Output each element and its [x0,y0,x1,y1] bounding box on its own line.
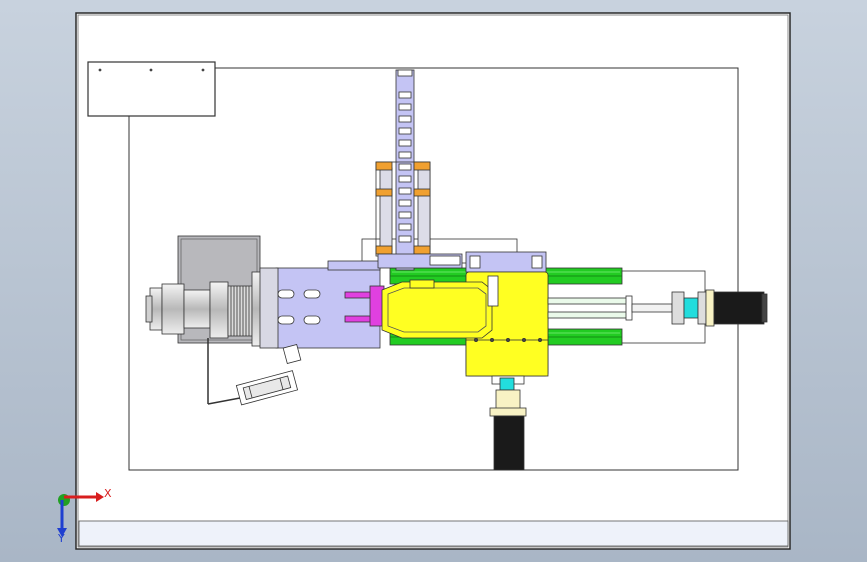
cad-viewport[interactable]: X Y [0,0,867,562]
saddle-bolt [473,337,478,342]
saddle-bolt [522,337,527,342]
orange-bushing [413,161,431,171]
title-block-strip [78,520,789,547]
saddle-bolt [538,337,543,342]
y-axis-label: Y [57,532,65,545]
z-column-cap [397,69,413,77]
slide-end-cap [259,267,279,349]
motor-flange [705,289,715,327]
orange-bushing [375,188,393,197]
slide-body [275,267,381,349]
y-motor-flange-plate [489,407,527,417]
cyan-coupling [683,297,699,319]
title-tag-dot [149,68,153,72]
z-guide-left [379,167,393,253]
y-motor-body [493,415,525,471]
slot-hole [277,289,295,299]
z-guide-right [417,167,431,253]
coupling-housing [671,291,685,325]
top-carriage-block [469,255,481,269]
motor-adapter [697,291,707,325]
motor-body [713,291,765,325]
slot-hole [277,315,295,325]
saddle-side-block [487,275,499,307]
motor-endcap [761,293,768,323]
z-column-clamp [429,255,461,266]
x-axis-label: X [104,487,112,500]
chuck-nose [145,295,153,323]
orange-bushing [413,245,431,255]
orange-bushing [375,245,393,255]
slot-hole [303,315,321,325]
saddle-lower [465,339,549,377]
spindle-flange [209,281,229,339]
orange-bushing [413,188,431,197]
slot-hole [303,289,321,299]
chuck-body [161,283,185,335]
timing-pulley [227,285,253,337]
title-tag-dot [98,68,102,72]
slide-top-rail [327,260,381,271]
saddle-bolt [505,337,510,342]
y-cyan-coupling [499,377,515,391]
top-carriage-block [531,255,543,269]
orange-bushing [375,161,393,171]
x-slide-block[interactable] [259,260,385,349]
spindle-housing [183,289,211,329]
saddle-bolt [489,337,494,342]
title-tag-dot [201,68,205,72]
tool-holder-lip [409,279,435,289]
